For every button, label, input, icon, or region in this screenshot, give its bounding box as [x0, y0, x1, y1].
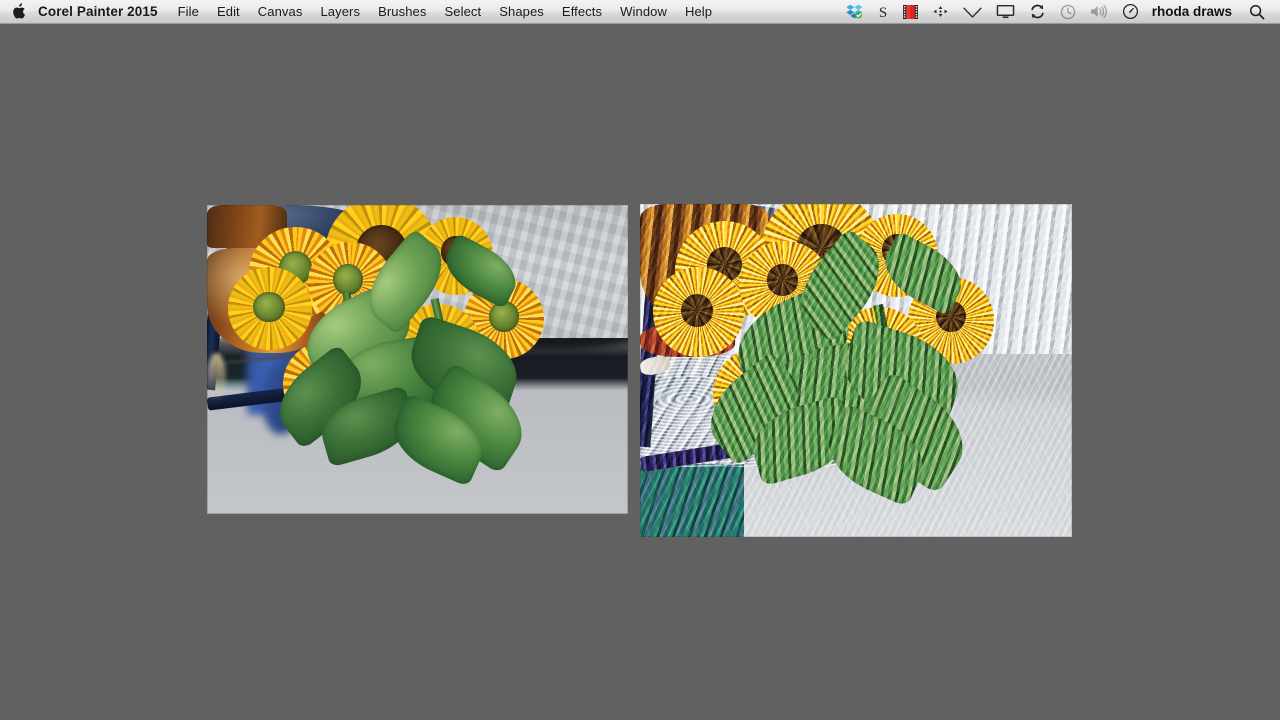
source-photograph[interactable]: [207, 205, 628, 514]
sunflower-disc: [253, 291, 285, 323]
user-name[interactable]: rhoda draws: [1146, 0, 1242, 23]
menu-brushes[interactable]: Brushes: [369, 0, 435, 23]
move-arrows-icon[interactable]: [925, 0, 956, 23]
screen-recording-icon[interactable]: [896, 0, 925, 23]
wifi-icon[interactable]: [956, 0, 989, 23]
scrivener-icon[interactable]: S: [870, 0, 896, 23]
menu-shapes[interactable]: Shapes: [490, 0, 553, 23]
sunflower-disc: [333, 263, 363, 295]
menu-bar-left: Corel Painter 2015 File Edit Canvas Laye…: [0, 0, 721, 23]
menu-help[interactable]: Help: [676, 0, 721, 23]
menu-layers[interactable]: Layers: [311, 0, 369, 23]
painted-bouquet: [640, 204, 1072, 537]
clock-icon[interactable]: [1115, 0, 1146, 23]
desktop-area: [0, 24, 1280, 720]
menu-bar: Corel Painter 2015 File Edit Canvas Laye…: [0, 0, 1280, 24]
menu-canvas[interactable]: Canvas: [249, 0, 312, 23]
time-machine-icon[interactable]: [1053, 0, 1083, 23]
spotlight-search-icon[interactable]: [1242, 0, 1272, 23]
screen: Corel Painter 2015 File Edit Canvas Laye…: [0, 0, 1280, 720]
menu-window[interactable]: Window: [611, 0, 676, 23]
painted-result[interactable]: [640, 204, 1072, 537]
volume-icon[interactable]: [1083, 0, 1115, 23]
svg-text:S: S: [879, 5, 887, 20]
dropbox-icon[interactable]: [839, 0, 870, 23]
app-name-menu[interactable]: Corel Painter 2015: [36, 0, 169, 23]
photo-bouquet: [207, 205, 628, 514]
apple-menu[interactable]: [0, 0, 36, 23]
menu-bar-status-area: S rhoda draws: [839, 0, 1280, 23]
menu-edit[interactable]: Edit: [208, 0, 249, 23]
menu-select[interactable]: Select: [435, 0, 490, 23]
menu-file[interactable]: File: [169, 0, 208, 23]
menu-effects[interactable]: Effects: [553, 0, 611, 23]
sunflower-disc: [767, 263, 798, 296]
display-icon[interactable]: [989, 0, 1022, 23]
sync-icon[interactable]: [1022, 0, 1053, 23]
